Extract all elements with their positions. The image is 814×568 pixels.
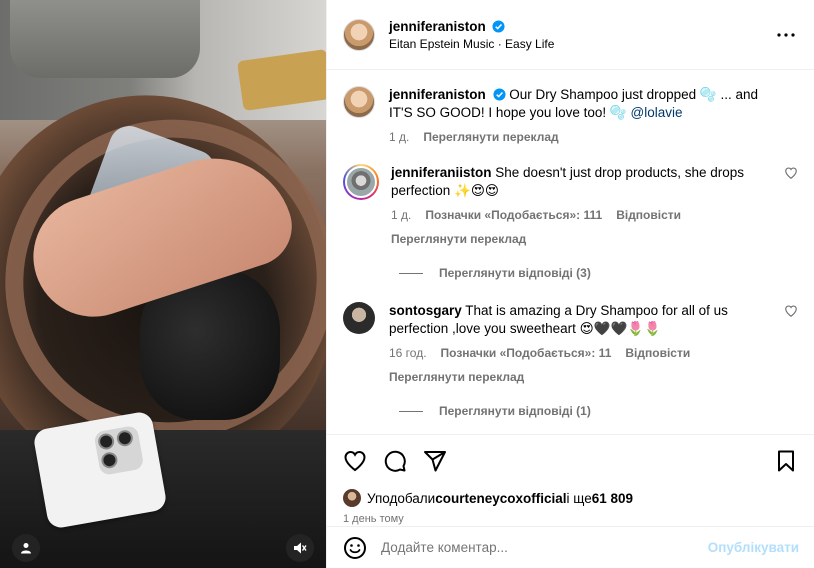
view-replies-button[interactable]: Переглянути відповіді (1) bbox=[399, 404, 798, 418]
comment-item: jenniferaniiston She doesn't just drop p… bbox=[343, 164, 798, 248]
likes-middle: і ще bbox=[566, 490, 592, 506]
comment-input[interactable] bbox=[381, 540, 708, 555]
comment-translate-link[interactable]: Переглянути переклад bbox=[391, 230, 774, 248]
caption-translate-link[interactable]: Переглянути переклад bbox=[423, 128, 558, 146]
comments-list: jenniferaniston Our Dry Shampoo just dro… bbox=[327, 70, 814, 434]
likes-prefix: Уподобали bbox=[367, 490, 436, 506]
phone-lens bbox=[96, 432, 116, 451]
comment-icon[interactable] bbox=[383, 449, 407, 473]
caption-username[interactable]: jenniferaniston bbox=[389, 87, 486, 102]
commenter-avatar[interactable] bbox=[343, 164, 379, 200]
replies-divider bbox=[399, 272, 423, 274]
emoji-icon[interactable] bbox=[343, 536, 367, 560]
post-sidebar: jenniferaniston Eitan Epstein Music · Ea… bbox=[326, 0, 814, 568]
heart-icon[interactable] bbox=[784, 166, 798, 180]
caption-meta: 1 д. Переглянути переклад bbox=[389, 128, 774, 146]
commenter-avatar-image bbox=[345, 166, 377, 198]
comment-time[interactable]: 1 д. bbox=[391, 206, 411, 224]
caption-time[interactable]: 1 д. bbox=[389, 128, 409, 146]
author-avatar[interactable] bbox=[343, 18, 375, 51]
comment-translate-link[interactable]: Переглянути переклад bbox=[389, 368, 774, 386]
verified-icon bbox=[492, 19, 505, 33]
view-replies-label: Переглянути відповіді (3) bbox=[439, 266, 591, 280]
more-options-button[interactable] bbox=[774, 23, 798, 47]
comment-likes[interactable]: Позначки «Подобається»: 11 bbox=[441, 344, 612, 362]
bookmark-icon[interactable] bbox=[774, 449, 798, 473]
liker-avatar bbox=[343, 489, 361, 507]
comment-body: sontosgary That is amazing a Dry Shampoo… bbox=[389, 302, 798, 386]
publish-button[interactable]: Опублікувати bbox=[708, 540, 799, 555]
video-phone bbox=[32, 410, 168, 530]
post-date[interactable]: 1 день тому bbox=[343, 513, 798, 525]
share-icon[interactable] bbox=[423, 449, 447, 473]
phone-lens bbox=[100, 450, 119, 470]
author-info: jenniferaniston Eitan Epstein Music · Ea… bbox=[389, 19, 774, 51]
phone-lens bbox=[115, 428, 135, 448]
audio-track[interactable]: Eitan Epstein Music · Easy Life bbox=[389, 37, 774, 51]
instagram-post-view: jenniferaniston Eitan Epstein Music · Ea… bbox=[0, 0, 814, 568]
post-video[interactable] bbox=[0, 0, 326, 568]
action-icons bbox=[343, 449, 798, 473]
comment-username[interactable]: jenniferaniiston bbox=[391, 165, 492, 180]
heart-icon[interactable] bbox=[343, 449, 367, 473]
commenter-avatar[interactable] bbox=[343, 302, 375, 334]
post-header: jenniferaniston Eitan Epstein Music · Ea… bbox=[327, 0, 814, 70]
video-person bbox=[10, 0, 200, 78]
add-comment-bar: Опублікувати bbox=[327, 526, 814, 568]
comment-likes[interactable]: Позначки «Подобається»: 111 bbox=[425, 206, 602, 224]
likes-summary[interactable]: Уподобали courteneycoxofficial і ще 61 8… bbox=[343, 489, 798, 507]
user-icon bbox=[21, 543, 31, 554]
heart-icon[interactable] bbox=[784, 304, 798, 318]
view-replies-label: Переглянути відповіді (1) bbox=[439, 404, 591, 418]
verified-icon bbox=[492, 88, 506, 101]
caption-mention-link[interactable]: @lolavie bbox=[630, 105, 682, 120]
likes-count[interactable]: 61 809 bbox=[592, 491, 633, 506]
comment-reply-button[interactable]: Відповісти bbox=[625, 344, 690, 362]
comment-meta: 16 год. Позначки «Подобається»: 11 Відпо… bbox=[389, 344, 774, 362]
comment-body: jenniferaniiston She doesn't just drop p… bbox=[391, 164, 798, 248]
more-icon bbox=[777, 32, 795, 37]
comment-username[interactable]: sontosgary bbox=[389, 303, 462, 318]
mute-icon bbox=[294, 542, 307, 554]
replies-divider bbox=[399, 410, 423, 412]
mute-button[interactable] bbox=[286, 534, 314, 562]
tagged-user-button[interactable] bbox=[12, 534, 40, 562]
view-replies-button[interactable]: Переглянути відповіді (3) bbox=[399, 266, 798, 280]
caption-body: jenniferaniston Our Dry Shampoo just dro… bbox=[389, 86, 798, 146]
comment-meta: 1 д. Позначки «Подобається»: 111 Відпові… bbox=[391, 206, 774, 224]
phone-camera bbox=[93, 424, 145, 476]
post-caption: jenniferaniston Our Dry Shampoo just dro… bbox=[343, 86, 798, 146]
author-username[interactable]: jenniferaniston bbox=[389, 19, 486, 34]
comment-reply-button[interactable]: Відповісти bbox=[616, 206, 681, 224]
comment-time[interactable]: 16 год. bbox=[389, 344, 427, 362]
author-avatar[interactable] bbox=[343, 86, 375, 118]
liker-username[interactable]: courteneycoxofficial bbox=[435, 491, 566, 506]
comment-item: sontosgary That is amazing a Dry Shampoo… bbox=[343, 302, 798, 386]
